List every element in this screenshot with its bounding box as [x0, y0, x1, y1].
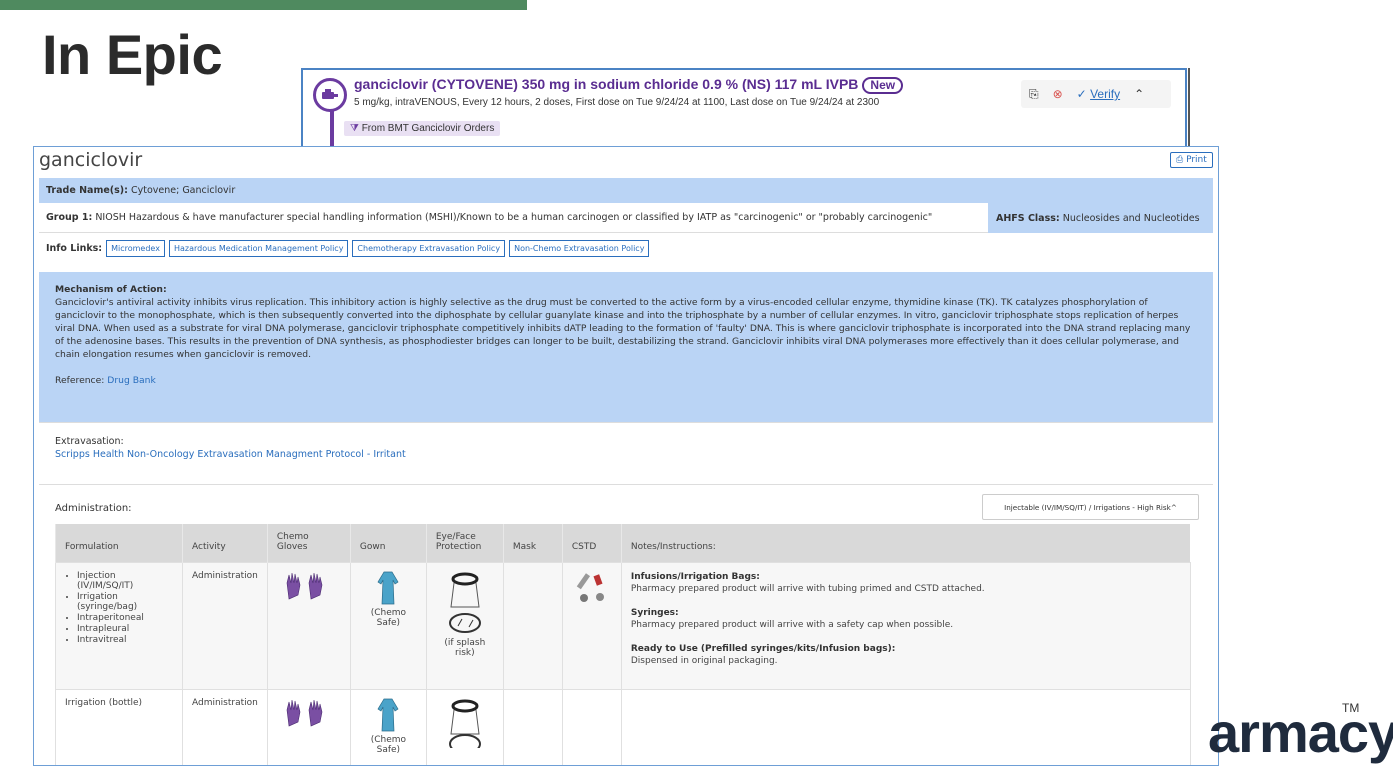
activity-cell: Administration	[182, 561, 268, 690]
info-links-row: Info Links: Micromedex Hazardous Medicat…	[39, 233, 1213, 263]
administration-table: Formulation Activity Chemo Gloves Gown E…	[55, 524, 1191, 765]
eye-cell	[425, 688, 504, 765]
face-shield-icon	[448, 699, 481, 754]
filter-icon: ⧩	[350, 123, 359, 134]
link-micromedex[interactable]: Micromedex	[106, 239, 165, 257]
order-card-edge	[1188, 68, 1190, 154]
mechanism-of-action: Mechanism of Action: Ganciclovir's antiv…	[39, 272, 1213, 422]
header-gloves: Chemo Gloves	[266, 524, 351, 562]
cancel-icon[interactable]: ⊗	[1053, 87, 1063, 101]
accent-bar	[0, 0, 527, 10]
ahfs-class: AHFS Class: Nucleosides and Nucleotides	[988, 203, 1213, 233]
header-mask: Mask	[502, 524, 563, 562]
table-row: Irrigation (bottle) Administration (Chem…	[55, 688, 1191, 765]
gown-cell: (Chemo Safe)	[349, 561, 427, 690]
verify-button[interactable]: ✓ Verify	[1077, 87, 1120, 101]
link-chemo-extravasation[interactable]: Chemotherapy Extravasation Policy	[352, 239, 506, 257]
group-row: Group 1: NIOSH Hazardous & have manufact…	[39, 203, 1213, 233]
order-title: ganciclovir (CYTOVENE) 350 mg in sodium …	[354, 76, 904, 94]
reference-link[interactable]: Drug Bank	[107, 375, 156, 386]
slide-title: In Epic	[42, 23, 223, 86]
trade-name-row: Trade Name(s): Cytovene; Ganciclovir	[39, 178, 1213, 203]
drug-info-panel: ganciclovir ⎙ Print Trade Name(s): Cytov…	[33, 146, 1219, 766]
copy-icon[interactable]: ⎘	[1029, 87, 1039, 102]
eye-cell: (if splash risk)	[425, 561, 504, 690]
mask-cell	[502, 688, 563, 765]
extravasation-link[interactable]: Scripps Health Non-Oncology Extravasatio…	[55, 448, 1197, 461]
drug-name: ganciclovir	[39, 149, 143, 171]
header-eye: Eye/Face Protection	[425, 524, 504, 562]
new-badge: New	[862, 77, 904, 94]
extravasation-section: Extravasation: Scripps Health Non-Oncolo…	[39, 422, 1213, 485]
gloves-cell	[266, 688, 351, 765]
header-formulation: Formulation	[55, 524, 183, 562]
gloves-cell	[266, 561, 351, 690]
administration-label: Administration:	[55, 503, 132, 514]
ivpb-icon	[313, 78, 347, 112]
table-header-row: Formulation Activity Chemo Gloves Gown E…	[55, 524, 1191, 562]
eye-note: (if splash risk)	[444, 637, 486, 658]
gown-note: (Chemo Safe)	[370, 607, 407, 628]
order-source-pill: ⧩ From BMT Ganciclovir Orders	[344, 121, 501, 136]
formulation-cell: Irrigation (bottle)	[55, 688, 183, 765]
extravasation-heading: Extravasation:	[55, 436, 124, 447]
moa-text: Ganciclovir's antiviral activity inhibit…	[55, 297, 1191, 360]
formulation-cell: Injection (IV/IM/SQ/IT) Irrigation (syri…	[55, 561, 183, 690]
chemo-gloves-icon	[286, 699, 323, 726]
chemo-gown-icon	[377, 698, 399, 731]
printer-icon: ⎙	[1176, 155, 1184, 165]
cstd-cell	[561, 688, 622, 765]
moa-reference: Reference: Drug Bank	[55, 375, 156, 386]
activity-cell: Administration	[182, 688, 268, 765]
cstd-icon	[576, 572, 604, 602]
header-notes: Notes/Instructions:	[620, 524, 1191, 562]
header-gown: Gown	[349, 524, 427, 562]
link-nonchemo-extravasation[interactable]: Non-Chemo Extravasation Policy	[509, 239, 650, 257]
cstd-cell	[561, 561, 622, 690]
print-button[interactable]: ⎙ Print	[1170, 152, 1213, 168]
chemo-gloves-icon	[286, 572, 323, 599]
administration-select[interactable]: Injectable (IV/IM/SQ/IT) / Irrigations -…	[982, 494, 1199, 520]
header-activity: Activity	[182, 524, 268, 562]
chemo-gown-icon	[377, 571, 399, 604]
order-actions: ⎘ ⊗ ✓ Verify ⌃	[1021, 80, 1171, 108]
face-shield-icon	[448, 572, 481, 633]
mask-cell	[502, 561, 563, 690]
collapse-icon[interactable]: ⌃	[1134, 87, 1144, 101]
gown-note: (Chemo Safe)	[370, 734, 407, 755]
gown-cell: (Chemo Safe)	[349, 688, 427, 765]
table-row: Injection (IV/IM/SQ/IT) Irrigation (syri…	[55, 561, 1191, 690]
trademark: TM	[1342, 701, 1360, 715]
moa-heading: Mechanism of Action:	[55, 284, 167, 295]
notes-cell: Infusions/Irrigation Bags: Pharmacy prep…	[620, 561, 1191, 690]
order-details: 5 mg/kg, intraVENOUS, Every 12 hours, 2 …	[354, 97, 880, 108]
brand-logo: armacy	[1208, 701, 1393, 764]
check-icon: ✓	[1076, 87, 1087, 101]
notes-cell	[620, 688, 1191, 765]
link-hazardous-policy[interactable]: Hazardous Medication Management Policy	[168, 239, 349, 257]
order-card[interactable]: ganciclovir (CYTOVENE) 350 mg in sodium …	[301, 68, 1187, 154]
header-cstd: CSTD	[561, 524, 622, 562]
